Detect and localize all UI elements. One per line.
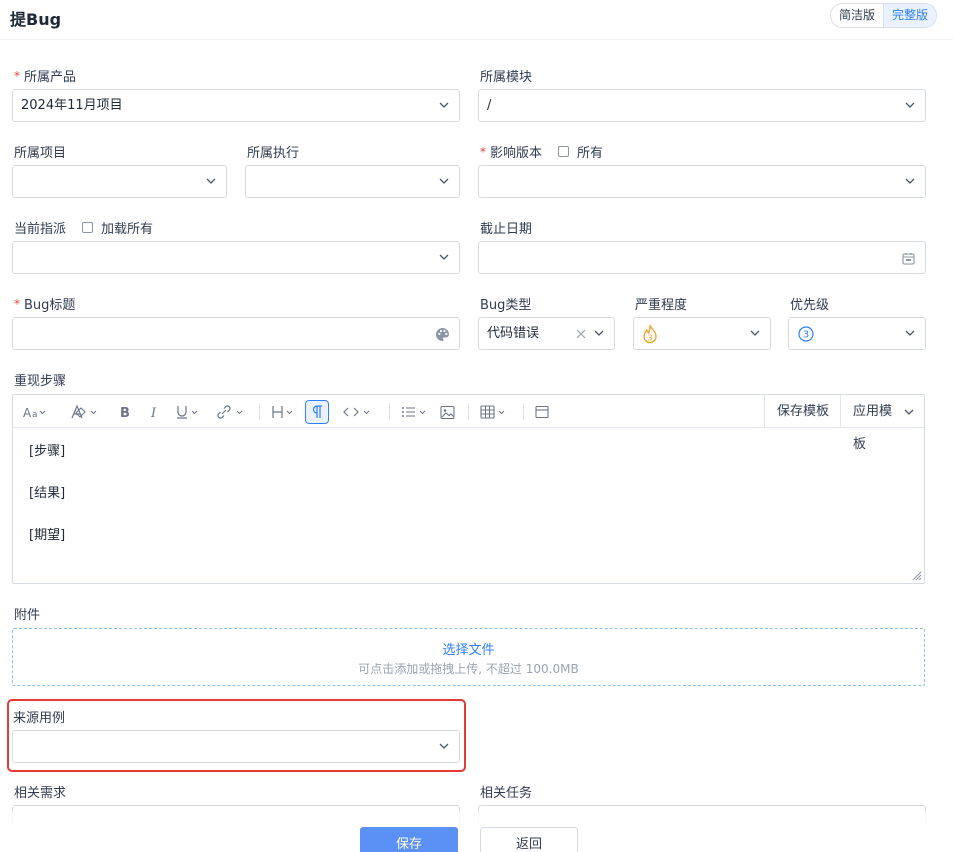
chevron-down-icon [905,177,915,185]
bug-type-select[interactable]: 代码错误 [478,317,615,350]
table-icon[interactable] [480,403,510,421]
priority-value: 3 [803,330,809,341]
severity-flame-icon: 3 [642,324,658,344]
upload-dropzone[interactable]: 选择文件 可点击添加或拖拽上传, 不超过 100.0MB [12,628,925,686]
block-icon[interactable] [535,403,549,421]
underline-icon[interactable] [175,403,201,421]
chevron-down-icon [439,177,449,185]
bug-title-input[interactable] [12,317,460,350]
required-mark: * [480,144,486,159]
heading-icon[interactable] [271,403,297,421]
back-button[interactable]: 返回 [480,827,578,852]
required-mark: * [14,68,20,83]
required-mark: * [14,296,20,311]
attachment-label: 附件 [14,608,41,623]
priority-select[interactable]: 3 [788,317,926,350]
severity-label: 严重程度 [635,298,688,313]
steps-label: 重现步骤 [14,374,67,389]
load-all-checkbox[interactable] [82,222,94,233]
all-builds-label: 所有 [577,146,604,161]
mode-switch: 简洁版 完整版 [830,3,938,28]
severity-value: 3 [647,334,652,343]
chevron-down-icon [594,329,604,337]
affected-build-select[interactable] [478,165,926,198]
steps-editor: Aa B I 保存模板 应用模板 [步骤] [结果] [期望] [12,394,925,584]
result-line: [结果] [29,486,66,501]
list-icon[interactable] [401,403,431,421]
priority-circle-icon: 3 [798,326,814,342]
chevron-down-icon [439,253,449,261]
clear-icon[interactable] [576,329,586,339]
steps-line: [步骤] [29,444,66,459]
chevron-down-icon [904,408,914,416]
execution-select[interactable] [245,165,460,198]
font-size-icon[interactable]: Aa [23,403,47,421]
apply-template-button[interactable]: 应用模板 [840,395,924,452]
severity-select[interactable]: 3 [633,317,771,350]
module-label: 所属模块 [480,70,533,85]
expected-line: [期望] [29,528,66,543]
save-template-button[interactable]: 保存模板 [764,395,841,428]
project-select[interactable] [12,165,227,198]
simple-mode-button[interactable]: 简洁版 [831,4,884,27]
assigned-to-label: 当前指派 加载所有 [14,218,153,237]
chevron-down-icon [750,329,760,337]
toolbar-divider [523,403,524,420]
color-palette-icon[interactable] [435,327,450,342]
chevron-down-icon [439,742,449,750]
chevron-down-icon [439,101,449,109]
editor-toolbar: Aa B I 保存模板 应用模板 [13,395,924,452]
related-story-label: 相关需求 [14,786,67,801]
bug-type-label: Bug类型 [480,298,532,313]
bug-title-label: * Bug标题 [14,296,76,314]
link-icon[interactable] [215,403,247,421]
resize-handle-icon[interactable] [911,570,922,581]
source-case-label: 来源用例 [13,711,66,726]
steps-content[interactable]: [步骤] [结果] [期望] [29,443,65,569]
footer-fade [0,811,953,852]
bug-type-value: 代码错误 [487,326,540,341]
execution-label: 所属执行 [247,146,300,161]
page-title: 提Bug [10,10,62,29]
toolbar-divider [389,403,390,420]
calendar-icon[interactable] [902,252,915,265]
deadline-input[interactable] [478,241,926,274]
chevron-down-icon [905,329,915,337]
priority-label: 优先级 [790,298,830,313]
svg-text:a: a [32,410,38,419]
affected-build-label: * 影响版本 所有 [480,142,604,162]
choose-file-button[interactable]: 选择文件 [13,639,924,658]
product-value: 2024年11月项目 [21,98,123,113]
image-icon[interactable] [440,403,455,421]
assigned-to-select[interactable] [12,241,460,274]
text-color-icon[interactable] [69,403,99,421]
full-mode-button[interactable]: 完整版 [883,4,937,27]
upload-hint: 可点击添加或拖拽上传, 不超过 100.0MB [358,662,579,676]
source-case-select[interactable] [12,730,460,763]
module-value: / [487,98,492,113]
all-builds-checkbox[interactable] [558,146,570,157]
svg-text:B: B [120,406,130,419]
chevron-down-icon [206,177,216,185]
load-all-label: 加载所有 [101,222,154,237]
toolbar-divider [259,403,260,420]
paragraph-icon[interactable] [312,403,324,421]
deadline-label: 截止日期 [480,222,533,237]
project-label: 所属项目 [14,146,67,161]
toolbar-divider [468,403,469,420]
product-label: * 所属产品 [14,68,77,86]
svg-text:A: A [23,406,32,419]
svg-text:I: I [150,406,157,419]
related-task-label: 相关任务 [480,786,533,801]
bold-icon[interactable]: B [119,403,131,421]
code-icon[interactable] [343,403,375,421]
header: 提Bug 简洁版 完整版 [0,0,953,40]
module-select[interactable]: / [478,89,926,122]
chevron-down-icon [905,101,915,109]
product-select[interactable]: 2024年11月项目 [12,89,460,122]
save-button[interactable]: 保存 [360,827,458,852]
italic-icon[interactable]: I [149,403,161,421]
